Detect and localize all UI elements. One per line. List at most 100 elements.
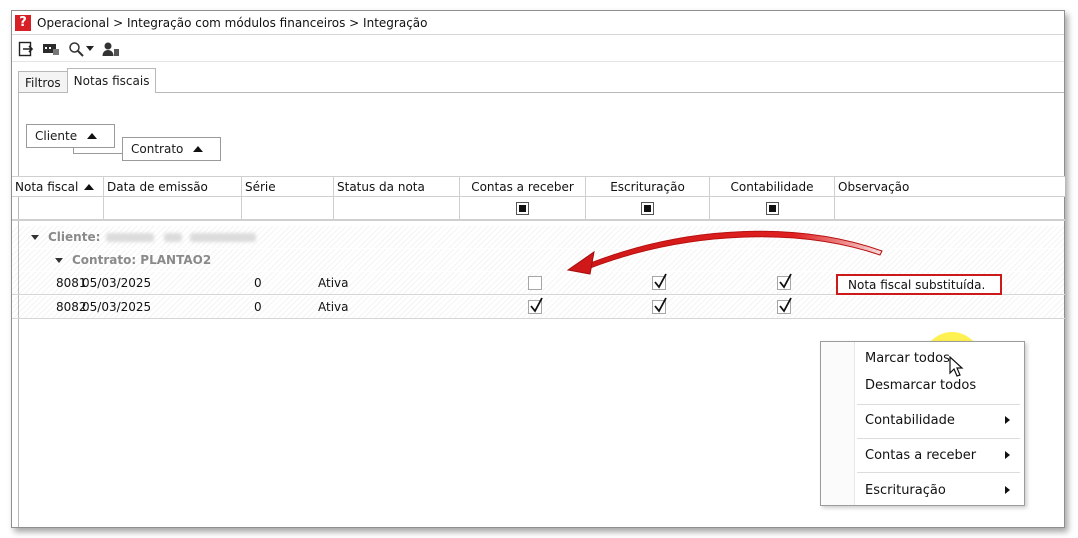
col-nota-fiscal[interactable]: Nota fiscal: [12, 177, 104, 196]
menu-separator: [857, 438, 1020, 439]
filter-cell: [710, 197, 835, 219]
menu-item-contas-receber[interactable]: Contas a receber: [855, 444, 1024, 466]
menu-item-label: Escrituração: [865, 482, 946, 498]
col-escrituracao[interactable]: Escrituração: [586, 177, 710, 196]
col-label: Status da nota: [337, 179, 425, 194]
col-label: Contas a receber: [471, 179, 574, 194]
col-contas-receber[interactable]: Contas a receber: [460, 177, 586, 196]
group-chip-label: Contrato: [131, 142, 184, 156]
select-all-contabilidade-checkbox[interactable]: [765, 201, 779, 215]
contabilidade-checkbox[interactable]: [777, 273, 792, 290]
col-label: Data de emissão: [107, 179, 208, 194]
redacted-text: [106, 232, 155, 242]
mouse-pointer-icon: [949, 356, 964, 377]
sort-asc-icon: [193, 146, 204, 152]
filter-cell: [242, 197, 334, 219]
checkmark-icon: [530, 297, 543, 313]
filter-cell: [12, 197, 104, 219]
tab-notas-fiscais[interactable]: Notas fiscais: [66, 68, 157, 93]
select-all-contas-receber-checkbox[interactable]: [516, 201, 529, 215]
menu-item-label: Contas a receber: [865, 447, 977, 463]
expand-icon[interactable]: [55, 257, 63, 263]
export-icon: [18, 41, 34, 56]
user-button[interactable]: [102, 40, 120, 58]
filter-cell: [835, 197, 1065, 219]
cell-serie: 0: [254, 276, 262, 290]
cell-observacao: Nota fiscal substituída.: [848, 277, 986, 292]
group-row-cliente[interactable]: Cliente:: [12, 226, 1065, 248]
cell-status: Ativa: [318, 276, 349, 290]
context-menu: Marcar todos Desmarcar todos Contabilida…: [820, 341, 1025, 506]
menu-separator: [857, 472, 1020, 473]
submenu-arrow-icon: [1005, 486, 1010, 494]
contabilidade-checkbox[interactable]: [777, 297, 792, 314]
title-bar: ? Operacional > Integração com módulos f…: [12, 11, 1064, 35]
col-status-nota[interactable]: Status da nota: [334, 177, 460, 196]
submenu-arrow-icon: [1005, 451, 1010, 459]
cell-data: 05/03/2025: [82, 300, 152, 314]
col-observacao[interactable]: Observação: [835, 177, 1065, 196]
filter-row: [12, 197, 1065, 221]
col-label: Nota fiscal: [15, 179, 79, 194]
cell-status: Ativa: [318, 300, 349, 314]
menu-item-escrituracao[interactable]: Escrituração: [855, 479, 1024, 501]
grid-header: Nota fiscal Data de emissão Série Status…: [12, 176, 1065, 197]
filter-cell: [586, 197, 710, 219]
checkmark-icon: [654, 273, 667, 289]
group-chip-contrato[interactable]: Contrato: [122, 137, 221, 161]
contas-receber-checkbox[interactable]: [528, 297, 543, 314]
redacted-text: [190, 232, 257, 242]
tab-filtros[interactable]: Filtros: [18, 71, 68, 93]
group-chip-cliente[interactable]: Cliente: [26, 124, 115, 148]
checkmark-icon: [654, 297, 667, 313]
filter-cell: [334, 197, 460, 219]
filter-cell: [460, 197, 586, 219]
user-icon: [102, 42, 119, 56]
col-data-emissao[interactable]: Data de emissão: [104, 177, 242, 196]
select-all-escrituracao-checkbox[interactable]: [641, 201, 654, 215]
toolbar: [12, 36, 1064, 62]
contas-receber-checkbox[interactable]: [528, 276, 542, 290]
escrituracao-checkbox[interactable]: [652, 297, 667, 314]
screen-chat-button[interactable]: [42, 40, 60, 58]
col-contabilidade[interactable]: Contabilidade: [710, 177, 835, 196]
group-label: Cliente:: [48, 230, 101, 244]
menu-item-marcar-todos[interactable]: Marcar todos: [855, 347, 1024, 369]
menu-item-label: Marcar todos: [865, 350, 950, 366]
col-label: Escrituração: [610, 179, 685, 194]
sort-asc-icon: [87, 133, 98, 139]
search-button[interactable]: [68, 40, 94, 58]
cell-serie: 0: [254, 300, 262, 314]
menu-item-label: Contabilidade: [865, 412, 955, 428]
sort-asc-icon: [84, 183, 95, 190]
observacao-highlight: Nota fiscal substituída.: [836, 274, 1002, 295]
group-row-contrato[interactable]: Contrato: PLANTAO2: [12, 249, 1065, 271]
menu-item-contabilidade[interactable]: Contabilidade: [855, 409, 1024, 431]
checkmark-icon: [779, 273, 792, 289]
cell-data: 05/03/2025: [82, 276, 152, 290]
col-label: Série: [245, 179, 276, 194]
col-label: Contabilidade: [730, 179, 814, 194]
col-serie[interactable]: Série: [242, 177, 334, 196]
group-chip-label: Cliente: [35, 129, 78, 143]
chevron-down-icon[interactable]: [86, 46, 94, 51]
expand-icon[interactable]: [31, 234, 39, 240]
menu-item-desmarcar-todos[interactable]: Desmarcar todos: [855, 374, 1024, 396]
app-logo: ?: [15, 14, 31, 31]
tab-strip: Filtros Notas fiscais: [18, 67, 1064, 93]
checkmark-icon: [779, 297, 792, 313]
submenu-arrow-icon: [1005, 416, 1010, 424]
group-connector: [73, 153, 123, 154]
menu-gutter: [821, 342, 855, 505]
export-button[interactable]: [18, 40, 34, 58]
cell-nota: 8082: [56, 300, 87, 314]
redacted-text: [164, 232, 183, 242]
search-icon: [69, 41, 84, 57]
col-label: Observação: [838, 179, 910, 194]
escrituracao-checkbox[interactable]: [652, 273, 667, 290]
menu-separator: [857, 404, 1020, 405]
filter-cell: [104, 197, 242, 219]
group-label: Contrato: PLANTAO2: [72, 253, 212, 267]
breadcrumb: Operacional > Integração com módulos fin…: [37, 15, 428, 30]
cell-nota: 8081: [56, 276, 87, 290]
